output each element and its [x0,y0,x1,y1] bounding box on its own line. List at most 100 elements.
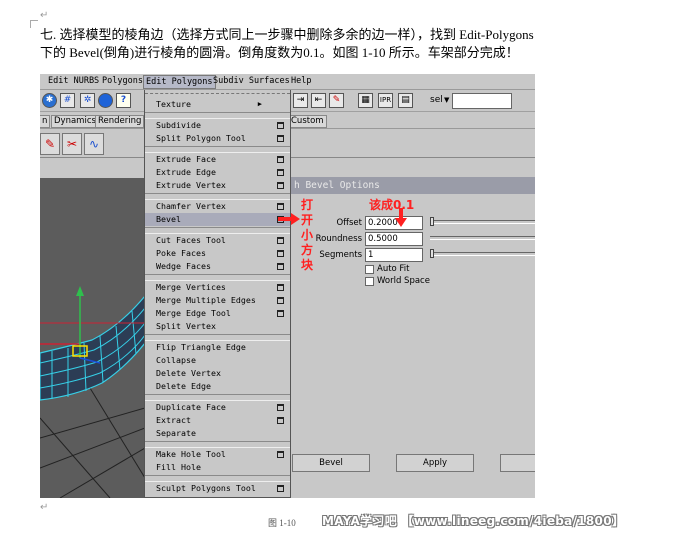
help-icon[interactable]: ? [116,93,131,108]
menu-separator [145,475,290,482]
paint-tool-icon[interactable]: ✎ [40,133,60,155]
menu-item-flip-triangle-edge[interactable]: Flip Triangle Edge [145,341,290,354]
menu-item-merge-edge-tool[interactable]: Merge Edge Tool [145,307,290,320]
menu-item-collapse[interactable]: Collapse [145,354,290,367]
close-button[interactable] [500,454,535,472]
segments-slider-handle[interactable] [430,249,434,258]
offset-slider-handle[interactable] [430,217,434,226]
car-frame-model [40,178,145,498]
option-box-icon[interactable] [277,203,284,210]
menu-item-extrude-vertex[interactable]: Extrude Vertex [145,179,290,192]
roundness-field[interactable]: 0.5000 [365,232,423,246]
option-box-icon[interactable] [277,310,284,317]
site-watermark: MAYA学习吧 【www.lineeg.com/4ieba/1800】 [322,514,625,528]
construction-history-icon[interactable]: ✎ [329,93,344,108]
menu-separator [145,274,290,281]
menu-item-make-hole-tool[interactable]: Make Hole Tool [145,448,290,461]
menu-tear-off[interactable] [145,91,290,94]
bevel-options-title: h Bevel Options [290,177,535,194]
instruction-line-1: 七. 选择模型的棱角边（选择方式同上一步骤中删除多余的边一样），找到 Edit-… [40,27,534,42]
option-box-icon[interactable] [277,156,284,163]
option-box-icon[interactable] [277,485,284,492]
menu-item-duplicate-face[interactable]: Duplicate Face [145,401,290,414]
ipr-render-icon[interactable]: IPR [378,93,393,108]
menu-separator [145,227,290,234]
option-box-icon[interactable] [277,122,284,129]
option-box-icon[interactable] [277,182,284,189]
input-icon[interactable]: ⇥ [293,93,308,108]
shelf-tab-rendering[interactable]: Rendering [95,115,145,128]
shelf-tab-dynamics[interactable]: Dynamics [51,115,99,128]
menu-item-chamfer-vertex[interactable]: Chamfer Vertex [145,200,290,213]
option-box-icon[interactable] [277,237,284,244]
option-box-icon[interactable] [277,169,284,176]
submenu-arrow-icon: ▶ [257,100,262,108]
menu-separator [145,394,290,401]
quick-selection-input[interactable] [452,93,512,109]
menu-polygons[interactable]: Polygons [102,76,143,86]
sphere-icon[interactable] [98,93,113,108]
curve-tool-icon[interactable]: ∿ [84,133,104,155]
roundness-slider-track[interactable] [430,236,535,240]
annotation-char: 打 [300,198,313,212]
option-box-icon[interactable] [277,284,284,291]
chevron-down-icon[interactable]: ▼ [444,96,449,104]
menu-item-texture[interactable]: Texture ▶ [145,98,290,111]
bevel-button[interactable]: Bevel [292,454,370,472]
menu-separator [145,112,290,119]
menu-item-extrude-face[interactable]: Extrude Face [145,153,290,166]
option-box-icon[interactable] [277,263,284,270]
option-box-icon[interactable] [277,135,284,142]
render-frame-icon[interactable]: ▦ [358,93,373,108]
down-arrow-icon [395,208,407,227]
brush-tool-icon[interactable]: ✂ [62,133,82,155]
menu-item-cut-faces-tool[interactable]: Cut Faces Tool [145,234,290,247]
right-arrow-icon [278,213,300,225]
menu-item-extrude-edge[interactable]: Extrude Edge [145,166,290,179]
menu-edit-nurbs[interactable]: Edit NURBS [48,76,99,86]
menu-item-merge-multiple-edges[interactable]: Merge Multiple Edges [145,294,290,307]
menu-item-split-polygon-tool[interactable]: Split Polygon Tool [145,132,290,145]
option-box-icon[interactable] [277,297,284,304]
annotation-char: 块 [300,258,313,272]
menu-item-separate[interactable]: Separate [145,427,290,440]
output-icon[interactable]: ⇤ [311,93,326,108]
menu-item-split-vertex[interactable]: Split Vertex [145,320,290,333]
menu-help[interactable]: Help [291,76,311,86]
menu-item-wedge-faces[interactable]: Wedge Faces [145,260,290,273]
menu-item-bevel[interactable]: Bevel [145,213,290,226]
menu-item-fill-hole[interactable]: Fill Hole [145,461,290,474]
option-box-icon[interactable] [277,250,284,257]
grid-snap-icon[interactable]: # [60,93,75,108]
menu-item-subdivide[interactable]: Subdivide [145,119,290,132]
auto-fit-checkbox[interactable] [365,265,374,274]
menu-edit-polygons[interactable]: Edit Polygons [143,75,216,89]
segments-field[interactable]: 1 [365,248,423,262]
perspective-viewport[interactable] [40,178,145,498]
segments-slider-track[interactable] [430,252,535,256]
maya-screenshot: Edit NURBS Polygons Edit Polygons Subdiv… [40,74,535,498]
menu-subdiv-surfaces[interactable]: Subdiv Surfaces [213,76,290,86]
render-globals-icon[interactable]: ▤ [398,93,413,108]
menu-separator [145,441,290,448]
gear-icon[interactable]: ✱ [42,93,57,108]
menu-item-delete-vertex[interactable]: Delete Vertex [145,367,290,380]
world-space-checkbox[interactable] [365,277,374,286]
annotation-char: 小 [300,228,313,242]
option-box-icon[interactable] [277,404,284,411]
edit-polygons-menu: Texture ▶ Subdivide Split Polygon Tool Ex… [144,90,291,498]
menu-item-delete-edge[interactable]: Delete Edge [145,380,290,393]
menu-item-sculpt-polygons-tool[interactable]: Sculpt Polygons Tool [145,482,290,495]
apply-button[interactable]: Apply [396,454,474,472]
menu-item-extract[interactable]: Extract [145,414,290,427]
instruction-paragraph: 七. 选择模型的棱角边（选择方式同上一步骤中删除多余的边一样），找到 Edit-… [40,26,640,62]
curve-snap-icon[interactable]: ✲ [80,93,95,108]
offset-slider-track[interactable] [430,220,535,224]
option-box-icon[interactable] [277,417,284,424]
shelf-tab-partial[interactable]: n [40,115,51,128]
menu-item-poke-faces[interactable]: Poke Faces [145,247,290,260]
paragraph-mark-bottom: ↵ [40,502,49,513]
menu-item-merge-vertices[interactable]: Merge Vertices [145,281,290,294]
shelf-tab-custom[interactable]: Custom [288,115,327,128]
option-box-icon[interactable] [277,451,284,458]
